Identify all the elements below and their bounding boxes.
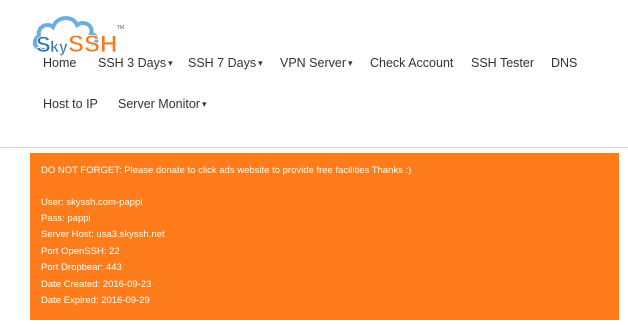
account-pass: Pass: pappi	[41, 213, 91, 224]
svg-text:S: S	[36, 32, 51, 57]
site-logo[interactable]: S ky SSH TM	[30, 10, 130, 60]
nav-check-account-label: Check Account	[370, 56, 454, 70]
account-port-openssh: Port OpenSSH: 22	[41, 246, 120, 257]
account-date-expired: Date Expired: 2016-09-29	[41, 295, 150, 306]
nav-ssh-3-days-label: SSH 3 Days	[98, 56, 167, 70]
chevron-down-icon: ▾	[201, 99, 207, 109]
nav-home-label: Home	[43, 56, 77, 70]
nav-vpn-server[interactable]: VPN Server ▾	[280, 55, 353, 72]
account-info-panel: DO NOT FORGET: Please donate to click ad…	[30, 153, 619, 320]
svg-text:TM: TM	[117, 25, 124, 31]
account-date-created: Date Created: 2016-09-23	[41, 279, 152, 290]
chevron-down-icon: ▾	[168, 58, 173, 68]
donate-message: DO NOT FORGET: Please donate to click ad…	[41, 165, 412, 176]
svg-text:ky: ky	[50, 39, 68, 56]
nav-ssh-7-days[interactable]: SSH 7 Days ▾	[188, 55, 263, 72]
nav-server-monitor-label: Server Monitor	[118, 97, 200, 111]
nav-ssh-3-days[interactable]: SSH 3 Days ▾	[98, 55, 173, 72]
nav-server-monitor[interactable]: Server Monitor ▾	[118, 96, 207, 113]
svg-text:SSH: SSH	[68, 31, 117, 58]
account-user: User: skyssh.com-pappi	[41, 197, 143, 208]
nav-check-account[interactable]: Check Account	[370, 55, 453, 71]
nav-host-to-ip-label: Host to IP	[43, 97, 98, 111]
nav-ssh-tester[interactable]: SSH Tester	[471, 55, 534, 71]
nav-dns-label: DNS	[551, 56, 578, 70]
header-divider	[0, 147, 628, 148]
skyssh-logo-graphic: S ky SSH TM	[32, 16, 124, 58]
nav-vpn-server-label: VPN Server	[280, 56, 346, 70]
chevron-down-icon: ▾	[348, 58, 353, 68]
account-server-host: Server Host: usa3.skyssh.net	[41, 229, 165, 240]
chevron-down-icon: ▾	[258, 58, 263, 68]
nav-host-to-ip[interactable]: Host to IP	[43, 96, 98, 112]
nav-home[interactable]: Home	[43, 55, 76, 71]
nav-dns[interactable]: DNS	[551, 55, 577, 71]
nav-ssh-7-days-label: SSH 7 Days	[188, 56, 257, 70]
nav-ssh-tester-label: SSH Tester	[471, 56, 534, 70]
account-port-dropbear: Port Dropbear: 443	[41, 262, 122, 273]
